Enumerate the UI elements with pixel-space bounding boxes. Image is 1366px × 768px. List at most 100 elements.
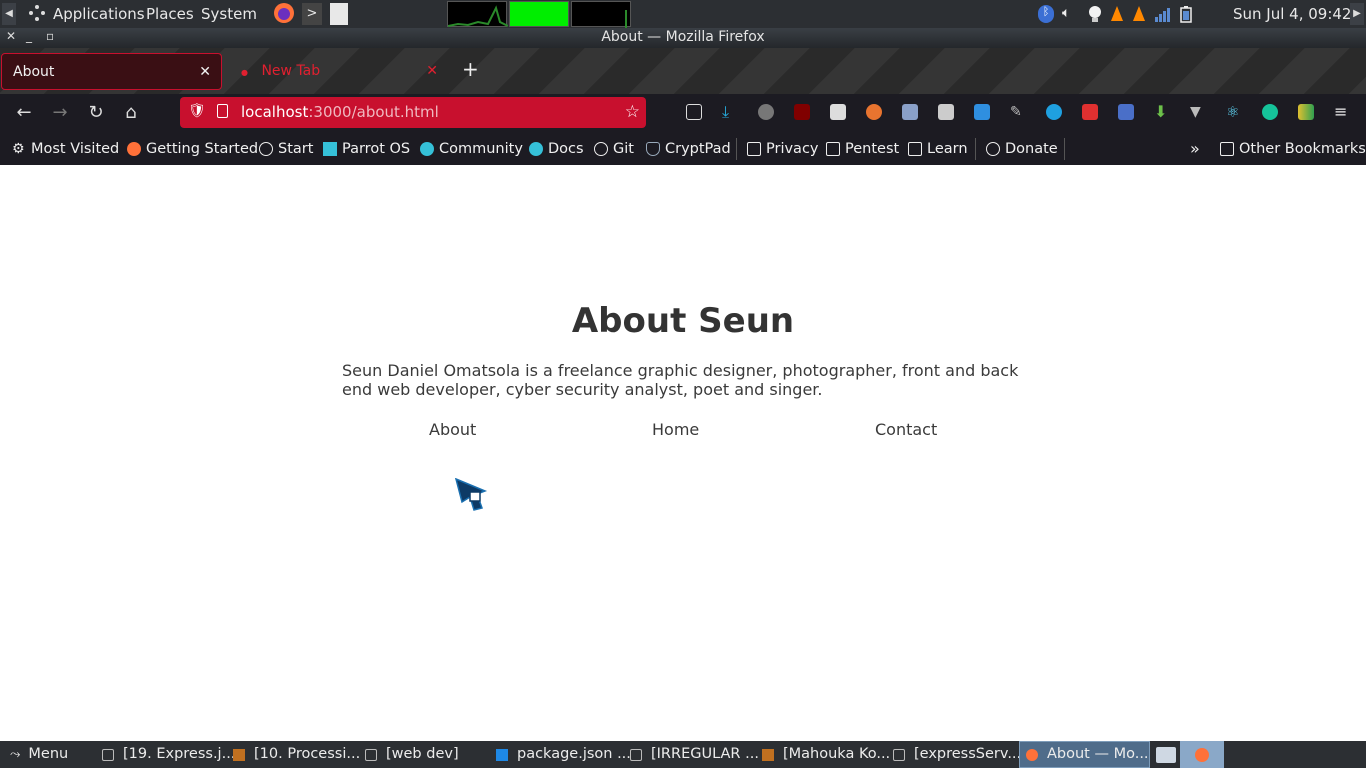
skype-extension-icon[interactable] [974,104,990,120]
taskbar-item[interactable]: [Mahouka Ko... [762,741,890,768]
vlc-icon[interactable] [1109,5,1125,23]
account-avatar-icon[interactable] [758,104,774,120]
bookmark-folder-pentest[interactable]: Pentest [826,140,899,158]
signal-strength-icon[interactable] [1154,5,1170,23]
firefox-launcher-icon[interactable] [273,2,295,23]
firefox-icon [1195,747,1209,762]
folder-icon [908,142,922,156]
bookmark-folder-privacy[interactable]: Privacy [747,140,819,158]
system-panel: ◀ Applications Places System > ᛒ 🔈︎ Sun … [0,0,1366,28]
tab-about[interactable]: About ✕ [1,53,222,90]
taskbar-item[interactable]: [10. Processi... [233,741,360,768]
page-paragraph: Seun Daniel Omatsola is a freelance grap… [342,361,1019,399]
download-icon[interactable]: ⤓ [722,104,738,120]
bookmark-community[interactable]: Community [420,140,523,158]
pocket-icon[interactable] [686,104,702,120]
tab-label: About [13,64,55,80]
bookmark-docs[interactable]: Docs [529,140,584,158]
panel-right-arrow-icon[interactable]: ▶ [1350,3,1364,25]
places-menu[interactable]: Places [146,4,194,24]
key-extension-icon[interactable] [1118,104,1134,120]
extension-icon-3[interactable] [1298,104,1314,120]
cpu-monitor-graph [447,1,509,27]
new-tab-plus-icon[interactable]: + [462,58,480,80]
tab-strip: About ✕ ● New Tab ✕ [0,48,1366,94]
taskbar-item[interactable]: [web dev] [365,741,459,768]
bookmark-separator [736,138,737,160]
extension-icon-2[interactable] [938,104,954,120]
taskbar-item[interactable]: [IRREGULAR ... [630,741,759,768]
forward-arrow-icon[interactable]: → [49,102,71,124]
parrot-icon [529,142,543,156]
shield-icon [646,142,660,156]
url-bar[interactable]: 🛡︎ localhost:3000/about.html ☆ [180,97,646,128]
bookmark-folder-learn[interactable]: Learn [908,140,968,158]
bookmark-most-visited[interactable]: ⚙ Most Visited [12,140,119,158]
text-editor-launcher-icon[interactable] [330,3,348,25]
tab-label: New Tab [261,63,321,79]
bookmarks-toolbar: ⚙ Most Visited Getting Started Start Parr… [0,132,1366,165]
nav-link-home[interactable]: Home [652,420,699,439]
taskbar-item[interactable]: [19. Express.j... [102,741,235,768]
globe-icon [986,142,1000,156]
shield-icon[interactable]: 🛡︎ [188,103,206,119]
applications-menu[interactable]: Applications [53,4,145,24]
other-bookmarks-folder[interactable]: Other Bookmarks [1220,140,1366,158]
folder-icon [365,748,377,761]
volume-icon[interactable]: 🔈︎ [1062,5,1078,23]
workspace-switcher[interactable] [1180,741,1224,768]
hamburger-menu-icon[interactable]: ≡ [1334,104,1350,120]
home-icon[interactable]: ⌂ [120,102,142,124]
clock[interactable]: Sun Jul 4, 09:42 [1233,4,1351,24]
cloud-download-icon[interactable] [1046,104,1062,120]
screenshot-extension-icon[interactable] [902,104,918,120]
terminal-launcher-icon[interactable]: > [302,3,322,25]
close-tab-icon[interactable]: ✕ [426,53,438,90]
bookmark-donate[interactable]: Donate [986,140,1058,158]
parrot-logo-icon[interactable] [28,4,46,24]
vue-extension-icon[interactable]: ▼ [1190,104,1206,120]
tab-new-tab[interactable]: ● New Tab ✕ [230,53,448,90]
duckduckgo-icon[interactable] [866,104,882,120]
reload-icon[interactable]: ↻ [85,102,107,124]
ublock-icon[interactable] [794,104,810,120]
bookmark-git[interactable]: Git [594,140,634,158]
bookmark-start[interactable]: Start [259,140,313,158]
bluetooth-icon[interactable]: ᛒ [1038,5,1054,23]
panel-left-arrow-icon[interactable]: ◀ [2,3,16,25]
bookmark-getting-started[interactable]: Getting Started [127,140,258,158]
down-arrow-extension-icon[interactable]: ⬇ [1154,104,1170,120]
bookmarks-overflow-chevron-icon[interactable]: » [1190,140,1200,158]
bookmark-star-icon[interactable]: ☆ [625,102,640,122]
camera-extension-icon[interactable] [1082,104,1098,120]
grammarly-icon[interactable] [1262,104,1278,120]
taskbar-menu-button[interactable]: ⤳ Menu [10,741,68,768]
vlc-icon-2[interactable] [1131,5,1147,23]
lightbulb-icon[interactable] [1087,5,1103,23]
folder-icon [1220,142,1234,156]
globe-icon [594,142,608,156]
taskbar-item-active[interactable]: About — Mo... [1019,741,1150,768]
unsaved-dot-icon: ● [241,68,248,77]
globe-icon [259,142,273,156]
window-title: About — Mozilla Firefox [601,29,765,45]
bookmark-cryptpad[interactable]: CryptPad [646,140,731,158]
system-menu[interactable]: System [201,4,257,24]
page-info-icon[interactable] [217,104,228,118]
nav-link-about[interactable]: About [429,420,476,439]
nav-link-contact[interactable]: Contact [875,420,937,439]
react-devtools-icon[interactable]: ⚛ [1226,104,1242,120]
taskbar-item[interactable]: [expressServ... [893,741,1021,768]
battery-icon[interactable] [1178,5,1194,23]
vscode-icon [496,748,508,761]
back-arrow-icon[interactable]: ← [13,102,35,124]
folder-icon [747,142,761,156]
taskbar-item[interactable]: package.json ... [496,741,631,768]
extension-icon[interactable] [830,104,846,120]
bookmark-parrot-os[interactable]: Parrot OS [323,140,410,158]
bookmark-separator [975,138,976,160]
close-tab-icon[interactable]: ✕ [199,54,211,91]
firefox-icon [127,142,141,156]
pen-extension-icon[interactable]: ✎ [1010,104,1026,120]
show-desktop-icon[interactable] [1156,741,1176,768]
